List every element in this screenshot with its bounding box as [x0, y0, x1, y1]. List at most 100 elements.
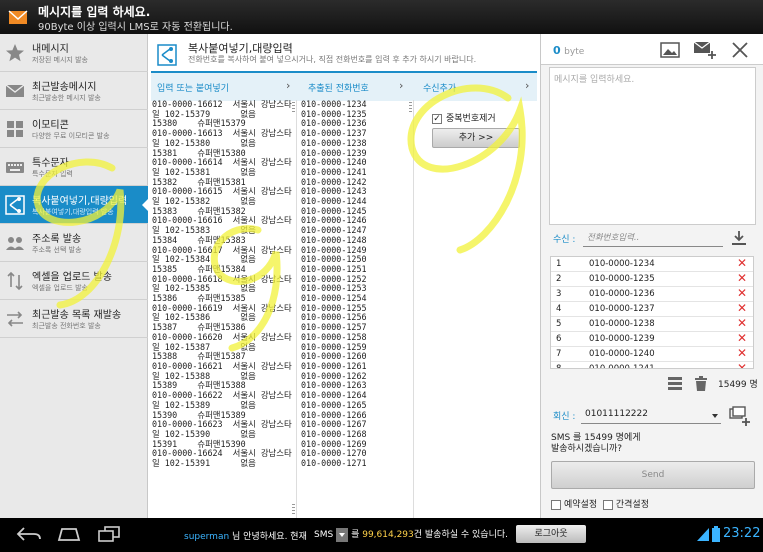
bulk-input-panel: 복사붙여넣기,대량입력 전화번호를 복사하여 붙여 넣으시거나, 직접 전화번호…: [148, 34, 540, 518]
sidebar-item-sub: 주소록 선택 발송: [32, 246, 82, 254]
sidebar-item-resend[interactable]: 최근발송 목록 재발송 최근발송 전화번호 발송: [0, 300, 148, 338]
sidebar-item-emoticons[interactable]: 이모티콘 다양한 무료 이모티콘 발송: [0, 110, 148, 148]
delete-icon[interactable]: ✕: [737, 316, 747, 330]
envelope-icon: [8, 10, 28, 24]
sidebar-item-sub: 저장된 메시지 발송: [32, 56, 88, 64]
reserve-checkbox[interactable]: [551, 499, 561, 510]
recent-apps-icon[interactable]: [97, 526, 121, 542]
sidebar-item-paste-bulk[interactable]: 복사붙여넣기,대량입력 복사붙여넣기,대량입력 발송: [0, 186, 149, 224]
sidebar-item-excel-upload[interactable]: 엑셀을 업로드 발송 엑셀을 업로드 발송: [0, 262, 148, 300]
paste-textarea[interactable]: 010-0000-16612 서울시 강남스타 일 102-15379 없음 1…: [152, 100, 292, 518]
add-group-icon[interactable]: [729, 406, 751, 426]
sidebar-item-label: 복사붙여넣기,대량입력: [32, 196, 128, 207]
grid-icon: [7, 121, 23, 137]
extracted-number-list[interactable]: 010-0000-1234 010-0000-1235 010-0000-123…: [301, 100, 401, 518]
row-number: 8: [556, 364, 562, 369]
dedupe-checkbox[interactable]: ✓: [432, 113, 442, 124]
send-options: 예약설정 간격설정: [551, 497, 649, 510]
sidebar: 내메시지 저장된 메시지 발송 최근발송메시지 최근발송한 메시지 발송 이모티…: [0, 34, 149, 518]
notification-bar: 메시지를 입력 하세요. 90Byte 이상 입력시 LMS로 자동 전환됩니다…: [0, 0, 763, 34]
sidebar-item-sub: 특수문자 입력: [32, 170, 73, 178]
row-number: 7: [556, 349, 562, 359]
image-icon[interactable]: [660, 41, 680, 59]
trash-icon[interactable]: [694, 376, 708, 391]
interval-checkbox[interactable]: [602, 499, 613, 510]
delete-icon[interactable]: ✕: [737, 331, 747, 345]
step-input[interactable]: 입력 또는 붙여넣기: [157, 81, 229, 94]
chevron-right-icon: ›: [286, 79, 291, 92]
step-extracted[interactable]: 추출된 전화번호: [308, 81, 369, 94]
delete-icon[interactable]: ✕: [737, 271, 747, 285]
sidebar-item-sub: 복사붙여넣기,대량입력 발송: [32, 208, 114, 216]
byte-count: 0: [553, 44, 561, 57]
delete-icon[interactable]: ✕: [737, 301, 747, 315]
row-phone: 010-0000-1241: [589, 364, 655, 369]
sidebar-item-my-messages[interactable]: 내메시지 저장된 메시지 발송: [0, 34, 148, 72]
count-prefix: 를: [348, 530, 363, 540]
delete-icon[interactable]: ✕: [737, 286, 747, 300]
add-recipients-button[interactable]: 추가 >>: [432, 128, 520, 148]
chevron-right-icon: ›: [525, 79, 530, 92]
recipient-input[interactable]: 전화번호입력..: [583, 229, 723, 247]
system-bar: superman 님 안녕하세요. 현재 SMS 를 99,614,293건 발…: [0, 518, 763, 552]
confirm-line2: 발송하시겠습니까?: [551, 444, 623, 454]
delete-icon[interactable]: ✕: [737, 346, 747, 360]
sidebar-item-label: 내메시지: [32, 44, 69, 55]
list-item: 7 010-0000-1240 ✕: [551, 346, 753, 362]
step-bar: 입력 또는 붙여넣기 › 추출된 전화번호 › 수신추가 ›: [151, 71, 537, 101]
paste-icon: [157, 44, 177, 66]
resize-handle[interactable]: [292, 102, 295, 114]
download-icon[interactable]: [730, 230, 748, 246]
sidebar-item-address-book[interactable]: 주소록 발송 주소록 선택 발송: [0, 224, 148, 262]
logout-button[interactable]: 로그아웃: [516, 525, 586, 543]
send-button[interactable]: Send: [551, 461, 755, 489]
sidebar-item-special-chars[interactable]: 특수문자 특수문자 입력: [0, 148, 148, 186]
sidebar-item-recent-messages[interactable]: 최근발송메시지 최근발송한 메시지 발송: [0, 72, 148, 110]
resize-handle[interactable]: [409, 102, 412, 114]
delete-icon[interactable]: ✕: [737, 361, 747, 368]
sender-label: 회신 :: [553, 412, 576, 422]
sender-number-select[interactable]: 01011112222: [581, 406, 721, 424]
greeting-text: superman 님 안녕하세요. 현재: [184, 529, 307, 542]
list-item: 1 010-0000-1234 ✕: [551, 257, 753, 272]
send-confirm-text: SMS 를 15499 명에게 발송하시겠습니까?: [551, 433, 641, 455]
list-item: 3 010-0000-1236 ✕: [551, 286, 753, 302]
delete-icon[interactable]: ✕: [737, 257, 747, 270]
list-item: 8 010-0000-1241 ✕: [551, 361, 753, 369]
dedupe-option[interactable]: ✓ 중복번호제거: [432, 111, 496, 124]
compose-toolbar: 0 byte: [541, 34, 763, 65]
reserve-label: 예약설정: [564, 500, 598, 510]
list-icon[interactable]: [668, 376, 682, 391]
sidebar-item-label: 엑셀을 업로드 발송: [32, 272, 112, 283]
page-subtitle: 전화번호를 복사하여 붙여 넣으시거나, 직접 전화번호를 입력 후 추가 하시…: [188, 55, 477, 64]
row-phone: 010-0000-1235: [589, 274, 655, 284]
sidebar-item-label: 최근발송 목록 재발송: [32, 310, 122, 321]
contacts-icon: [6, 237, 24, 250]
chevron-down-icon[interactable]: [336, 527, 349, 542]
username: superman: [184, 532, 230, 542]
dedupe-label: 중복번호제거: [446, 114, 496, 124]
recipient-label: 수신 :: [553, 235, 576, 245]
back-icon[interactable]: [16, 526, 42, 542]
add-envelope-icon[interactable]: [693, 41, 717, 59]
step-add-recipients[interactable]: 수신추가: [423, 81, 456, 94]
close-icon[interactable]: [730, 41, 750, 59]
divider: [296, 100, 297, 518]
battery-icon: [712, 526, 720, 542]
message-type-select[interactable]: SMS 를 99,614,293건 발송하실 수 있습니다.: [314, 527, 508, 542]
interval-label: 간격설정: [615, 500, 649, 510]
upload-icon: [7, 271, 23, 291]
row-number: 1: [556, 259, 562, 269]
sidebar-item-sub: 다양한 무료 이모티콘 발송: [32, 132, 110, 140]
resize-handle[interactable]: [292, 504, 295, 516]
message-input[interactable]: 메시지를 입력하세요.: [549, 67, 756, 225]
resend-icon: [7, 311, 23, 327]
row-phone: 010-0000-1237: [589, 304, 655, 314]
recipient-count: 15499 명: [718, 380, 758, 390]
chevron-right-icon: ›: [399, 79, 404, 92]
row-number: 4: [556, 304, 562, 314]
byte-counter: 0 byte: [553, 44, 584, 57]
sidebar-item-label: 주소록 발송: [32, 234, 82, 245]
star-icon: [6, 44, 24, 62]
home-icon[interactable]: [56, 526, 82, 542]
